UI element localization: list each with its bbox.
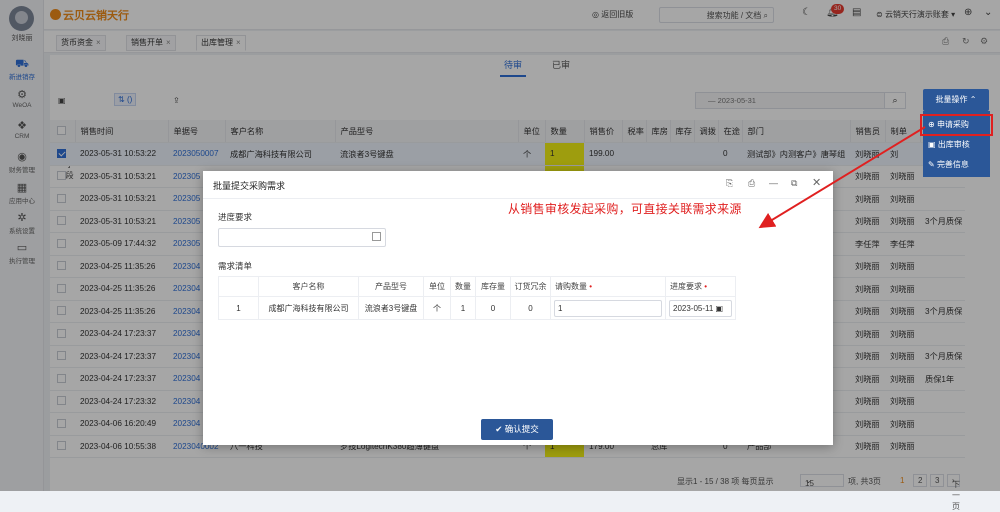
annotation-arrow — [758, 126, 926, 229]
